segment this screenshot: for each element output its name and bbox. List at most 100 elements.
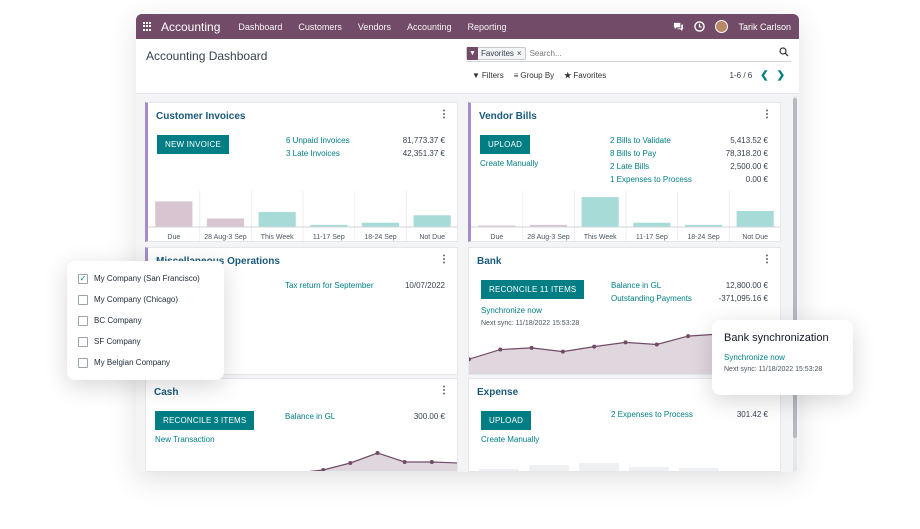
reconcile-button[interactable]: RECONCILE 3 ITEMS — [155, 411, 255, 430]
create-manually-link[interactable]: Create Manually — [481, 435, 539, 444]
pager-next-icon[interactable]: ❯ — [777, 70, 785, 81]
vendor-bills-card: Vendor Bills ⋮ UPLOAD Create Manually 2 … — [468, 102, 781, 242]
company-option[interactable]: My Belgian Company — [78, 352, 224, 373]
app-name[interactable]: Accounting — [161, 20, 220, 34]
search-bar: ▼ Favorites × — [466, 46, 791, 62]
company-option[interactable]: My Company (Chicago) — [78, 289, 224, 310]
clock-icon[interactable] — [694, 21, 706, 32]
reconcile-button[interactable]: RECONCILE 11 ITEMS — [481, 280, 585, 299]
late-bills-link[interactable]: 2 Late Bills — [610, 162, 649, 171]
chart-bar — [479, 469, 519, 471]
card-menu-icon[interactable]: ⋮ — [439, 109, 449, 120]
search-icon[interactable] — [779, 47, 789, 57]
bills-to-pay-link[interactable]: 8 Bills to Pay — [610, 149, 656, 158]
tick-label: Not Due — [742, 234, 768, 241]
checkbox-checked-icon[interactable]: ✓ — [78, 273, 88, 284]
customer-invoices-card: Customer Invoices ⋮ NEW INVOICE 6 Unpaid… — [145, 102, 458, 242]
card-menu-icon[interactable]: ⋮ — [762, 254, 772, 265]
chart-point — [654, 342, 659, 347]
late-bills-amount: 2,500.00 € — [730, 162, 768, 171]
chart-bar — [258, 212, 296, 227]
facet-label: Favorites — [481, 49, 514, 58]
card-title[interactable]: Customer Invoices — [156, 111, 245, 122]
tick-label: Due — [167, 234, 180, 241]
tick-label: 18-24 Sep — [687, 234, 719, 241]
vendor-bills-chart[interactable]: Due 28 Aug-3 Sep This Week 11-17 Sep 18-24 S… — [471, 191, 781, 242]
expenses-to-process-link[interactable]: 1 Expenses to Process — [610, 175, 692, 184]
cash-card: Cash ⋮ RECONCILE 3 ITEMS New Transaction… — [145, 378, 458, 472]
company-option[interactable]: BC Company — [78, 310, 224, 331]
chart-bar — [413, 215, 451, 227]
nav-reporting[interactable]: Reporting — [467, 22, 506, 32]
chart-point — [402, 460, 407, 464]
filters-button[interactable]: ▼ Filters — [472, 71, 504, 80]
chart-point — [529, 345, 534, 350]
page-title: Accounting Dashboard — [146, 49, 268, 63]
outstanding-payments-amount: -371,095.16 € — [718, 294, 768, 303]
synchronize-now-link[interactable]: Synchronize now — [481, 306, 542, 315]
unpaid-invoices-link[interactable]: 6 Unpaid Invoices — [286, 136, 350, 145]
expenses-to-process-amount: 301.42 € — [736, 410, 768, 419]
chart-point — [623, 340, 628, 345]
customer-invoices-chart[interactable]: Due 28 Aug-3 Sep This Week 11-17 Sep 18-24 S… — [148, 191, 458, 242]
upload-button[interactable]: UPLOAD — [480, 135, 531, 154]
apps-menu-icon[interactable] — [143, 21, 153, 32]
chat-icon[interactable] — [673, 21, 684, 32]
nav-customers[interactable]: Customers — [298, 22, 342, 32]
upload-button[interactable]: UPLOAD — [481, 411, 532, 430]
user-name[interactable]: Tarik Carlson — [738, 22, 791, 32]
systray: Tarik Carlson — [673, 14, 791, 39]
checkbox-icon[interactable] — [78, 315, 88, 326]
user-avatar[interactable] — [715, 20, 729, 33]
balance-in-gl-link[interactable]: Balance in GL — [611, 281, 661, 290]
expenses-to-process-amount: 0.00 € — [745, 175, 768, 184]
search-facet[interactable]: ▼ Favorites × — [466, 47, 526, 60]
pager-previous-icon[interactable]: ❮ — [760, 70, 768, 81]
chart-point — [294, 471, 298, 472]
checkbox-icon[interactable] — [78, 294, 88, 305]
nav-vendors[interactable]: Vendors — [358, 22, 391, 32]
nav-accounting[interactable]: Accounting — [407, 22, 452, 32]
expenses-to-process-link[interactable]: 2 Expenses to Process — [611, 410, 693, 419]
pager-value[interactable]: 1-6 / 6 — [730, 71, 753, 80]
facet-remove-icon[interactable]: × — [517, 49, 525, 58]
expense-chart[interactable] — [469, 457, 781, 472]
favorites-button[interactable]: ★ Favorites — [564, 71, 606, 80]
synchronize-now-link[interactable]: Synchronize now — [724, 353, 853, 362]
chart-point — [560, 349, 565, 354]
funnel-icon: ▼ — [472, 71, 480, 80]
bills-to-validate-link[interactable]: 2 Bills to Validate — [610, 136, 671, 145]
checkbox-icon[interactable] — [78, 357, 88, 368]
checkbox-icon[interactable] — [78, 336, 88, 347]
nav-dashboard[interactable]: Dashboard — [238, 22, 282, 32]
new-transaction-link[interactable]: New Transaction — [155, 435, 215, 444]
balance-in-gl-link[interactable]: Balance in GL — [285, 412, 335, 421]
cash-balance-chart[interactable] — [146, 451, 458, 472]
chart-bar — [633, 222, 671, 227]
chart-bar — [581, 197, 619, 227]
chart-bar — [579, 463, 619, 471]
group-by-button[interactable]: ≡ Group By — [514, 71, 554, 80]
card-menu-icon[interactable]: ⋮ — [439, 254, 449, 265]
company-option[interactable]: SF Company — [78, 331, 224, 352]
new-invoice-button[interactable]: NEW INVOICE — [157, 135, 229, 154]
card-title[interactable]: Bank — [477, 256, 501, 267]
chart-bar — [679, 468, 719, 471]
chart-bar — [361, 222, 400, 227]
card-menu-icon[interactable]: ⋮ — [762, 109, 772, 120]
tick-label: 18-24 Sep — [364, 234, 396, 241]
chart-point — [498, 347, 503, 352]
tax-return-link[interactable]: Tax return for September — [285, 281, 373, 290]
tick-label: This Week — [261, 234, 294, 241]
card-title[interactable]: Expense — [477, 387, 518, 398]
search-options: ▼ Filters ≡ Group By ★ Favorites — [472, 71, 606, 80]
outstanding-payments-link[interactable]: Outstanding Payments — [611, 294, 692, 303]
card-title[interactable]: Cash — [154, 387, 178, 398]
company-option[interactable]: ✓ My Company (San Francisco) — [78, 268, 224, 289]
company-switcher-dropdown: ✓ My Company (San Francisco) My Company (… — [67, 261, 224, 380]
card-title[interactable]: Vendor Bills — [479, 111, 537, 122]
search-input[interactable] — [529, 49, 750, 58]
create-manually-link[interactable]: Create Manually — [480, 159, 538, 168]
card-menu-icon[interactable]: ⋮ — [439, 385, 449, 396]
late-invoices-link[interactable]: 3 Late Invoices — [286, 149, 340, 158]
